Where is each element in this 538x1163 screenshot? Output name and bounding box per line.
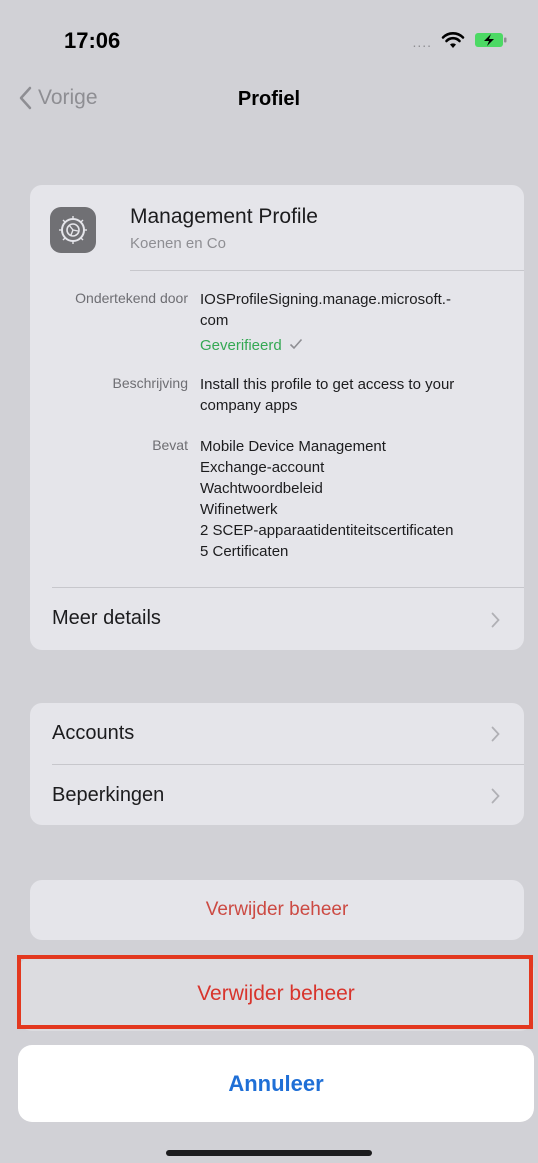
accounts-row[interactable]: Accounts	[30, 703, 524, 764]
contains-item: Wachtwoordbeleid	[200, 480, 323, 497]
signed-by-value: IOSProfileSigning.manage.microsoft.- com…	[200, 289, 518, 356]
accounts-label: Accounts	[52, 722, 135, 744]
divider	[130, 270, 524, 271]
profile-organization: Koenen en Co	[130, 235, 226, 252]
more-details-row[interactable]: Meer details	[30, 588, 524, 650]
remove-management-button-background: Verwijder beheer	[30, 880, 524, 940]
chevron-right-icon	[491, 788, 500, 804]
contains-item: Wifinetwerk	[200, 501, 278, 518]
description-line-2: company apps	[200, 397, 298, 414]
description-label: Beschrijving	[112, 375, 188, 391]
contains-item: Exchange-account	[200, 459, 325, 476]
wifi-icon	[441, 32, 465, 48]
signal-dots: ....	[412, 34, 432, 50]
contains-list: Mobile Device Management Exchange-accoun…	[200, 436, 518, 562]
home-indicator	[166, 1150, 372, 1156]
verified-label: Geverifieerd	[200, 337, 282, 354]
status-icons: ....	[412, 30, 508, 50]
more-details-label: Meer details	[52, 607, 161, 629]
contains-item: Mobile Device Management	[200, 438, 386, 455]
verified-status: Geverifieerd	[200, 335, 518, 356]
description-value: Install this profile to get access to yo…	[200, 374, 518, 416]
battery-charging-icon	[475, 33, 507, 47]
status-bar: 17:06 ....	[0, 0, 538, 80]
highlight-box	[17, 955, 533, 1029]
page-title: Profiel	[237, 88, 301, 110]
signed-by-line-1: IOSProfileSigning.manage.microsoft.-	[200, 291, 451, 308]
signed-by-line-2: com	[200, 312, 229, 329]
settings-gear-icon	[50, 207, 96, 253]
chevron-right-icon	[491, 726, 500, 742]
contains-label: Bevat	[152, 437, 188, 453]
contains-item: 2 SCEP-apparaatidentiteitscertificaten	[200, 522, 454, 539]
profile-name: Management Profile	[130, 205, 318, 228]
chevron-right-icon	[491, 612, 500, 628]
cancel-label: Annuleer	[228, 1070, 324, 1096]
remove-management-label: Verwijder beheer	[205, 899, 349, 920]
settings-group: Accounts Beperkingen	[30, 703, 524, 825]
restrictions-label: Beperkingen	[52, 784, 165, 806]
profile-card: Management Profile Koenen en Co Ondertek…	[30, 185, 524, 650]
description-line-1: Install this profile to get access to yo…	[200, 376, 455, 393]
checkmark-icon	[289, 338, 302, 350]
signed-by-label: Ondertekend door	[75, 290, 188, 306]
cancel-button[interactable]: Annuleer	[18, 1045, 534, 1122]
restrictions-row[interactable]: Beperkingen	[30, 765, 524, 825]
status-time: 17:06	[64, 28, 121, 53]
contains-item: 5 Certificaten	[200, 543, 289, 560]
